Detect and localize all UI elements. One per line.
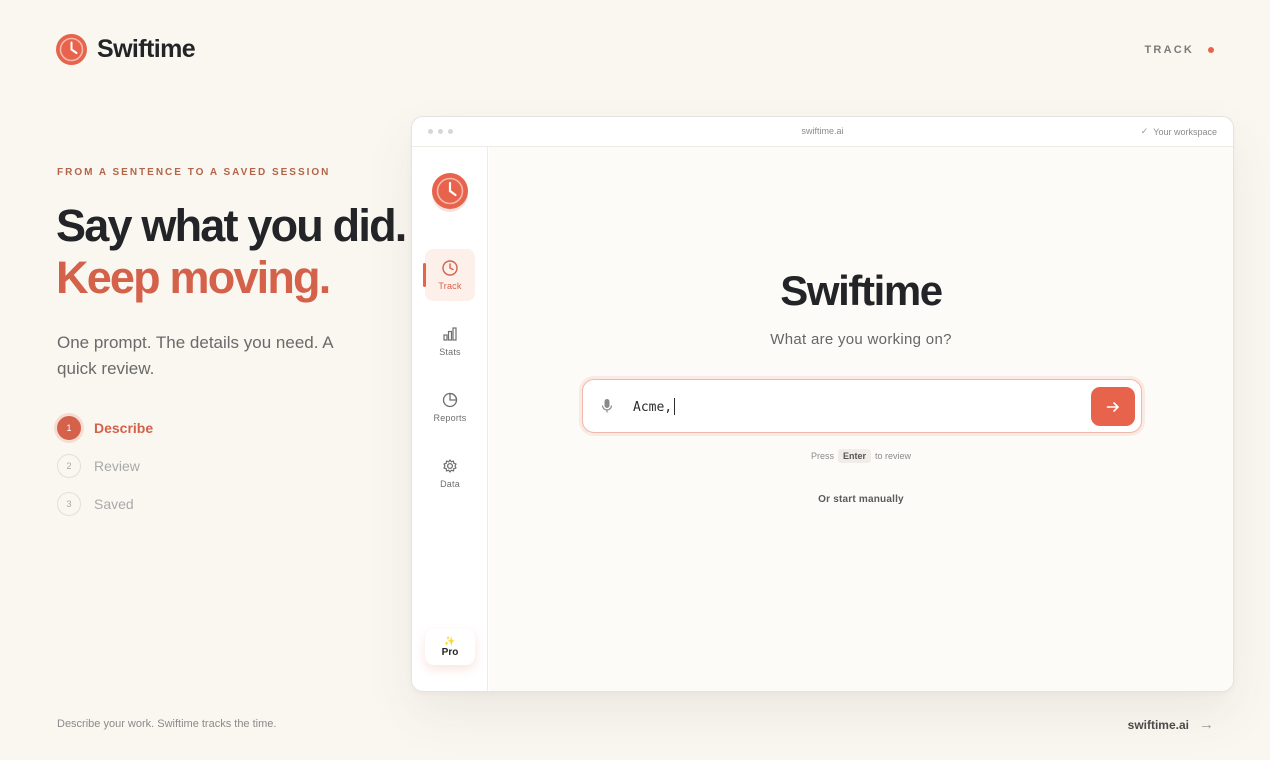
clock-icon (442, 260, 458, 276)
workspace-indicator: ✓ Your workspace (1141, 126, 1217, 137)
headline-line-2: Keep moving. (56, 252, 331, 303)
main-panel: Swiftime What are you working on? Acme, … (489, 147, 1233, 691)
app-title: Swiftime (780, 267, 943, 314)
app-window: swiftime.ai ✓ Your workspace Track Stats… (411, 116, 1234, 692)
window-titlebar: swiftime.ai ✓ Your workspace (412, 117, 1233, 147)
lede: One prompt. The details you need. A quic… (57, 333, 333, 378)
clock-logo-icon (432, 173, 468, 209)
microphone-icon[interactable] (601, 398, 613, 419)
step-number: 1 (57, 416, 81, 440)
app-subtitle: What are you working on? (770, 331, 952, 348)
sparkle-icon: ✨ (444, 636, 456, 646)
footer-site-link[interactable]: swiftime.ai → (1128, 716, 1214, 733)
clock-logo-icon (56, 34, 87, 65)
submit-button[interactable] (1091, 387, 1135, 426)
step-label: Saved (94, 496, 134, 512)
bar-chart-icon (443, 327, 457, 341)
brand-name: Swiftime (97, 35, 196, 63)
footer-link-label: swiftime.ai (1127, 717, 1189, 732)
step-number: 2 (57, 454, 81, 478)
top-nav-track[interactable]: TRACK (1144, 44, 1214, 56)
step-saved: 3 Saved (57, 492, 153, 516)
arrow-right-icon (1106, 401, 1119, 412)
footer-note: Describe your work. Swiftime tracks the … (57, 718, 277, 730)
status-dot (1208, 47, 1214, 53)
page: Swiftime TRACK FROM A SENTENCE TO A SAVE… (0, 0, 1270, 760)
keyboard-hint: Press Enter to review (489, 449, 1233, 463)
headline-line-1: Say what you did. (56, 200, 407, 251)
step-review: 2 Review (57, 454, 153, 478)
step-describe: 1 Describe (57, 416, 153, 440)
step-number: 3 (57, 492, 81, 516)
hint-suffix: to review (875, 451, 912, 461)
sidebar-item-label: Reports (433, 413, 467, 423)
brand[interactable]: Swiftime (56, 34, 196, 65)
pro-upgrade-button[interactable]: ✨ Pro (425, 629, 475, 665)
prompt-input[interactable] (633, 397, 1073, 417)
workspace-label: Your workspace (1153, 126, 1217, 137)
arrow-right-icon: → (1199, 716, 1214, 733)
top-nav-label: TRACK (1144, 44, 1194, 56)
enter-key: Enter (837, 449, 871, 463)
pie-chart-icon (442, 392, 458, 408)
sidebar-item-label: Track (438, 281, 462, 291)
headline: Say what you did. Keep moving. (56, 200, 407, 304)
gear-icon (443, 459, 457, 473)
window-url: swiftime.ai (801, 126, 844, 136)
sidebar-item-label: Data (440, 479, 460, 489)
check-icon: ✓ (1140, 126, 1149, 136)
sidebar-item-data[interactable]: Data (425, 447, 475, 499)
pro-label: Pro (441, 647, 459, 658)
prompt-box (582, 379, 1142, 433)
app-sidebar: Track Stats Reports Data ✨ Pro (412, 147, 488, 691)
step-label: Describe (94, 420, 154, 436)
steps: 1 Describe 2 Review 3 Saved (57, 416, 153, 516)
step-label: Review (94, 458, 140, 474)
sidebar-item-track[interactable]: Track (423, 249, 475, 301)
sidebar-item-stats[interactable]: Stats (425, 315, 475, 367)
text-caret (674, 398, 675, 415)
sidebar-item-label: Stats (439, 347, 461, 357)
hint-prefix: Press (810, 451, 834, 461)
eyebrow: FROM A SENTENCE TO A SAVED SESSION (57, 167, 331, 178)
sidebar-item-reports[interactable]: Reports (425, 381, 475, 433)
start-manually-link[interactable]: Or start manually (489, 494, 1233, 505)
